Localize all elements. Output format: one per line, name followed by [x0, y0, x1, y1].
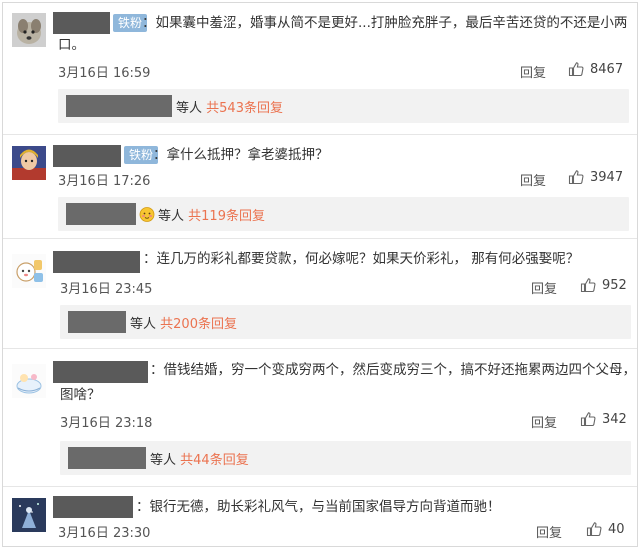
like-count: 40 — [608, 521, 625, 537]
redacted-username — [66, 203, 136, 225]
divider — [3, 238, 637, 239]
blush-emoji-icon — [139, 207, 155, 222]
avatar[interactable] — [12, 13, 46, 47]
like-button[interactable]: 952 — [580, 277, 627, 293]
sub-replies-summary[interactable]: 等人 共200条回复 — [130, 313, 237, 332]
comment-timestamp: 3月16日 23:30 — [58, 526, 151, 541]
redacted-username[interactable] — [53, 12, 110, 34]
reply-count-link[interactable]: 共200条回复 — [160, 317, 237, 332]
reply-count-link[interactable]: 共44条回复 — [180, 453, 249, 468]
avatar[interactable] — [12, 364, 46, 398]
like-button[interactable]: 40 — [586, 521, 625, 537]
like-count: 342 — [602, 411, 627, 427]
divider — [3, 486, 637, 487]
redacted-username — [66, 95, 172, 117]
redacted-username[interactable] — [53, 496, 133, 518]
like-button[interactable]: 8467 — [568, 61, 623, 77]
reply-button[interactable]: 回复 — [520, 62, 546, 81]
like-count: 952 — [602, 277, 627, 293]
comment-text: ：拿什么抵押？拿老婆抵押？ — [153, 147, 329, 163]
redacted-username[interactable] — [53, 251, 140, 273]
redacted-username[interactable] — [53, 145, 121, 167]
sub-replies-box[interactable]: 等人 共119条回复 — [58, 197, 629, 231]
sub-replies-box[interactable]: 等人 共44条回复 — [60, 441, 631, 475]
thumbs-up-icon — [586, 522, 602, 537]
redacted-username — [68, 311, 126, 333]
redacted-username — [68, 447, 146, 469]
divider — [3, 348, 637, 349]
avatar[interactable] — [12, 498, 46, 532]
redacted-username[interactable] — [53, 361, 148, 383]
sub-replies-summary[interactable]: 等人 共119条回复 — [158, 205, 265, 224]
comment-timestamp: 3月16日 17:26 — [58, 174, 151, 189]
avatar[interactable] — [12, 146, 46, 180]
reply-count-link[interactable]: 共119条回复 — [188, 209, 265, 224]
divider — [3, 134, 637, 135]
comment-timestamp: 3月16日 23:45 — [60, 282, 153, 297]
comment-text-continued: 口。 — [58, 37, 85, 53]
thumbs-up-icon — [580, 412, 596, 427]
comment-list: 铁粉 ：如果囊中羞涩，婚事从简不是更好...打肿脸充胖子，最后辛苦还贷的不还是小… — [2, 2, 638, 547]
thumbs-up-icon — [580, 278, 596, 293]
reply-button[interactable]: 回复 — [531, 278, 557, 297]
like-button[interactable]: 342 — [580, 411, 627, 427]
thumbs-up-icon — [568, 170, 584, 185]
comment-text: ：如果囊中羞涩，婚事从简不是更好...打肿脸充胖子，最后辛苦还贷的不还是小两 — [142, 15, 628, 31]
comment-text: ：银行无德，助长彩礼风气，与当前国家倡导方向背道而驰！ — [136, 499, 501, 515]
reply-button[interactable]: 回复 — [531, 412, 557, 431]
comment-text: ：借钱结婚，穷一个变成穷两个，然后变成穷三个，搞不好还拖累两边四个父母， — [150, 362, 636, 378]
sub-replies-summary[interactable]: 等人 共44条回复 — [150, 449, 249, 468]
like-button[interactable]: 3947 — [568, 169, 623, 185]
comment-text: ：连几万的彩礼都要贷款，何必嫁呢？如果天价彩礼， 那有何必强娶呢？ — [143, 251, 580, 267]
reply-button[interactable]: 回复 — [520, 170, 546, 189]
sub-replies-box[interactable]: 等人 共543条回复 — [58, 89, 629, 123]
sub-replies-summary[interactable]: 等人 共543条回复 — [176, 97, 283, 116]
avatar[interactable] — [12, 254, 46, 288]
comment-timestamp: 3月16日 16:59 — [58, 66, 151, 81]
sub-replies-box[interactable]: 等人 共200条回复 — [60, 305, 631, 339]
like-count: 8467 — [590, 61, 624, 77]
like-count: 3947 — [590, 169, 624, 185]
thumbs-up-icon — [568, 62, 584, 77]
reply-button[interactable]: 回复 — [536, 522, 562, 541]
comment-text-continued: 图啥？ — [60, 387, 101, 403]
reply-count-link[interactable]: 共543条回复 — [206, 101, 283, 116]
comment-timestamp: 3月16日 23:18 — [60, 416, 153, 431]
